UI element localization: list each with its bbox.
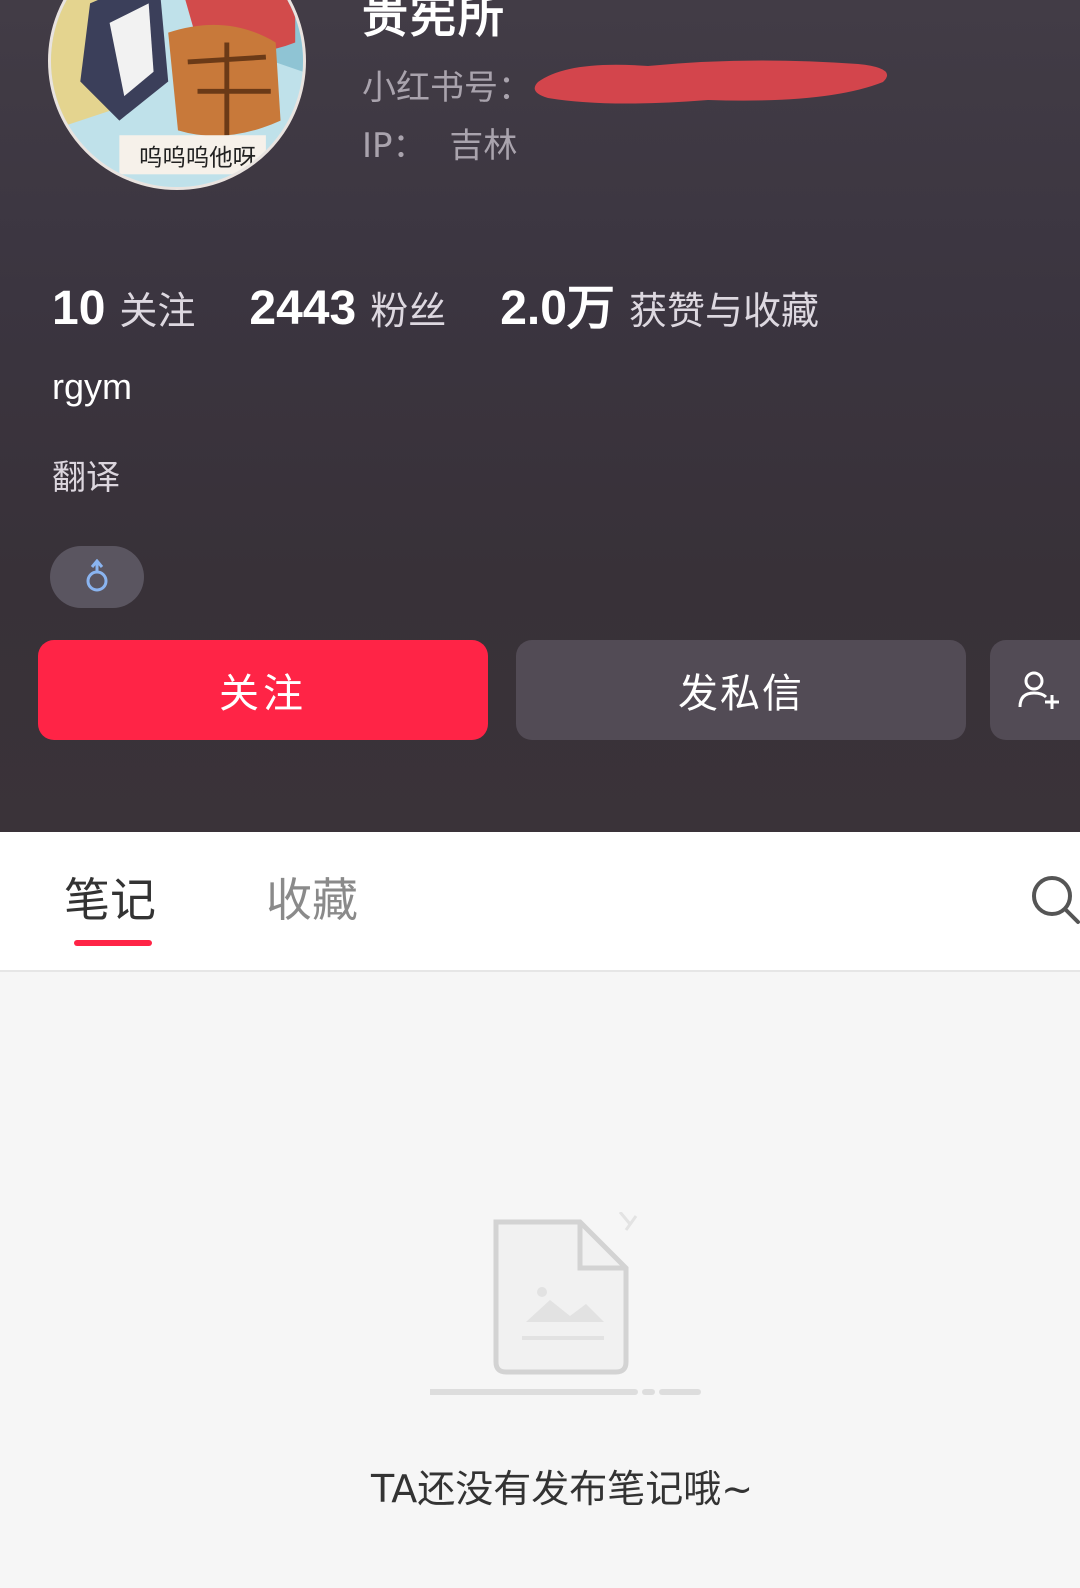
message-button[interactable]: 发私信 (516, 640, 966, 740)
stat-followers-count: 2443 (249, 282, 357, 335)
avatar-caption: 呜呜呜他呀 (139, 144, 256, 172)
tab-collections[interactable]: 收藏 (266, 864, 358, 930)
add-friend-button[interactable] (990, 640, 1080, 740)
empty-state-message: TA还没有发布笔记哦~ (370, 1467, 754, 1511)
search-icon[interactable] (1030, 874, 1080, 926)
male-icon (86, 559, 108, 592)
bio-text: 翻译 (52, 458, 120, 498)
redaction-mark (534, 60, 888, 104)
avatar[interactable]: 呜呜呜他呀 (48, 0, 306, 190)
avatar-image: 呜呜呜他呀 (51, 0, 303, 187)
content-tabs: 笔记 收藏 (0, 832, 1080, 972)
follow-button[interactable]: 关注 (38, 640, 488, 740)
stats-row: 10 关注 2443 粉丝 2.0万 获赞与收藏 (52, 268, 873, 338)
bio-handle: rgym (52, 366, 132, 407)
ip-value: 吉林 (449, 126, 518, 166)
stat-following-label: 关注 (119, 289, 196, 333)
stat-following[interactable]: 10 关注 (52, 280, 195, 336)
account-id-row: 小红书号： (362, 60, 532, 109)
stat-followers[interactable]: 2443 粉丝 (249, 280, 446, 336)
profile-header: 呜呜呜他呀 贵宪所 小红书号： IP： 吉林 10 关注 2443 粉丝 2.0… (0, 0, 1080, 832)
gender-badge (50, 546, 144, 608)
account-id-label: 小红书号： (362, 68, 532, 108)
stat-followers-label: 粉丝 (370, 289, 447, 333)
stat-likes-count: 2.0万 (500, 282, 615, 335)
active-tab-indicator (74, 940, 152, 946)
add-user-icon (1018, 671, 1059, 709)
nickname: 贵宪所 (362, 0, 506, 43)
empty-document-icon (430, 1212, 701, 1395)
ip-label: IP： (362, 126, 427, 166)
ip-location-row: IP： 吉林 (362, 118, 517, 167)
tab-notes[interactable]: 笔记 (64, 864, 156, 930)
notes-empty-state: TA还没有发布笔记哦~ (0, 972, 1080, 1588)
stat-likes[interactable]: 2.0万 获赞与收藏 (500, 268, 819, 338)
stat-likes-label: 获赞与收藏 (628, 289, 819, 333)
stat-following-count: 10 (52, 282, 106, 335)
